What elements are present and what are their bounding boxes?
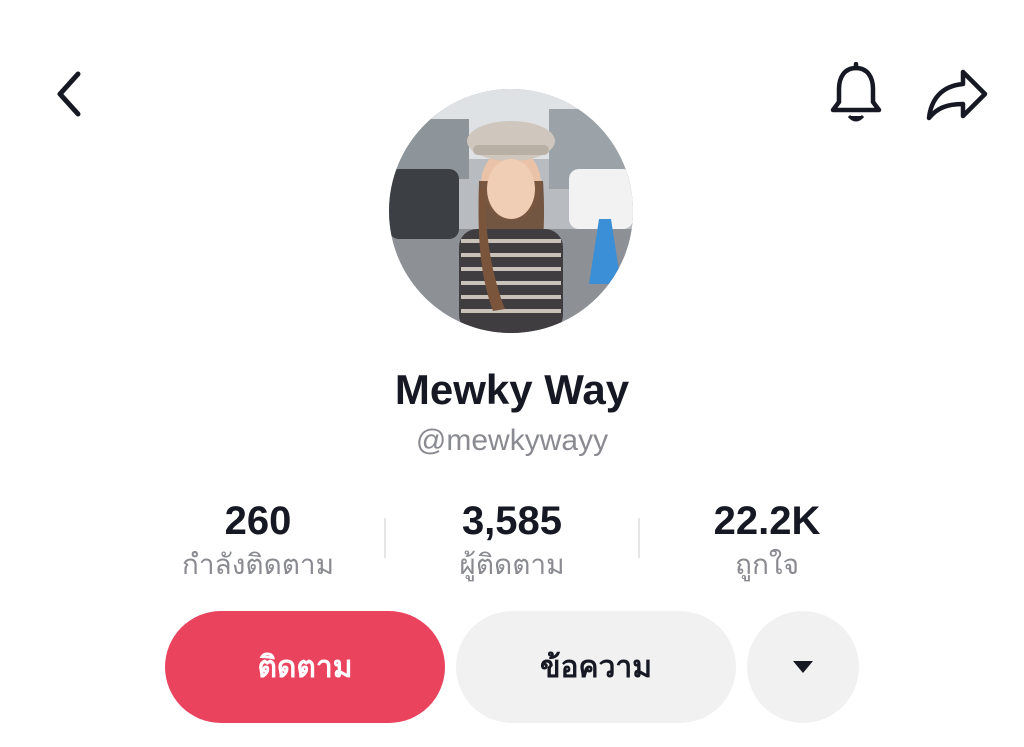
stat-following-label: กำลังติดตาม xyxy=(181,548,335,581)
stat-likes-value: 22.2K xyxy=(713,499,821,543)
follow-button[interactable]: ติดตาม xyxy=(165,611,445,723)
notification-button[interactable] xyxy=(824,62,888,126)
stat-followers-label: ผู้ติดตาม xyxy=(459,548,565,581)
caret-down-icon xyxy=(793,661,813,673)
profile-photo xyxy=(389,89,633,333)
share-arrow-icon xyxy=(926,69,988,121)
more-options-button[interactable] xyxy=(747,611,859,723)
stat-divider xyxy=(384,518,386,558)
bell-icon xyxy=(830,62,882,122)
username: @mewkywayy xyxy=(415,424,609,457)
stat-following-value: 260 xyxy=(224,499,292,543)
stat-following[interactable]: 260 กำลังติดตาม xyxy=(143,498,373,584)
stat-followers-value: 3,585 xyxy=(461,499,563,543)
share-button[interactable] xyxy=(922,62,992,126)
avatar[interactable] xyxy=(389,89,633,333)
display-name: Mewky Way xyxy=(394,366,630,413)
stat-likes-label: ถูกใจ xyxy=(735,548,799,581)
stat-likes[interactable]: 22.2K ถูกใจ xyxy=(652,498,882,584)
stat-divider xyxy=(638,518,640,558)
message-button[interactable]: ข้อความ xyxy=(456,611,736,723)
back-button[interactable] xyxy=(40,66,96,122)
stat-followers[interactable]: 3,585 ผู้ติดตาม xyxy=(397,498,627,584)
chevron-left-icon xyxy=(57,71,81,117)
